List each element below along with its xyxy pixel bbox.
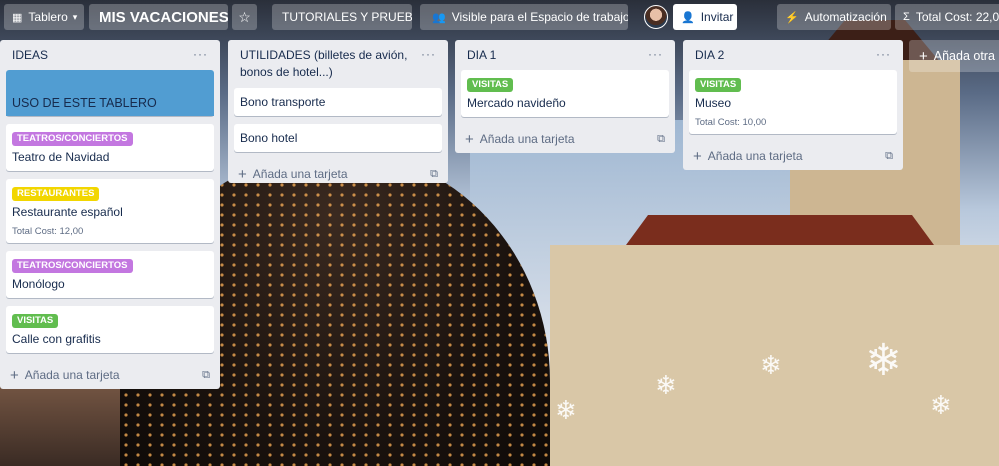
avatar[interactable] <box>644 5 668 29</box>
add-card-button[interactable]: + Añada una tarjeta ⧉ <box>234 160 442 188</box>
card-label: VISITAS <box>12 314 59 328</box>
add-list-button[interactable]: + Añada otra lista <box>909 40 999 72</box>
board-header: ▦ Tablero ▾ MIS VACACIONES ☆ TUTORIALES … <box>0 0 999 34</box>
visibility-button[interactable]: 👥 Visible para el Espacio de trabajo <box>420 4 628 30</box>
automation-label: Automatización <box>804 10 887 24</box>
card-title: Restaurante español <box>12 205 123 219</box>
card[interactable]: VISITAS Mercado navideño <box>461 70 669 117</box>
add-card-button[interactable]: + Añada una tarjeta ⧉ <box>461 125 669 153</box>
board-icon: ▦ <box>12 11 23 24</box>
card[interactable]: USO DE ESTE TABLERO <box>6 70 214 116</box>
add-card-label: Añada una tarjeta <box>252 167 348 181</box>
snowflake-icon: ❄ <box>930 390 952 420</box>
list-title: UTILIDADES (billetes de avión, bonos de … <box>240 48 408 79</box>
board-switcher-button[interactable]: ▦ Tablero ▾ <box>4 4 84 30</box>
snowflake-icon: ❄ <box>655 370 677 400</box>
card[interactable]: TEATROS/CONCIERTOS Teatro de Navidad <box>6 124 214 171</box>
snowflake-icon: ❄ <box>760 350 782 380</box>
card-title: Calle con grafitis <box>12 332 101 346</box>
plus-icon: + <box>10 366 19 384</box>
list-header[interactable]: DIA 2 ··· <box>689 40 897 70</box>
lightning-icon: ⚡ <box>785 11 799 24</box>
add-card-button[interactable]: + Añada una tarjeta ⧉ <box>689 142 897 170</box>
cost-badge: Total Cost: 10,00 <box>695 117 767 128</box>
more-icon[interactable]: ··· <box>421 47 436 61</box>
card-template-icon[interactable]: ⧉ <box>430 168 438 181</box>
card-title: Museo <box>695 96 732 110</box>
add-list-label: Añada otra lista <box>933 49 999 63</box>
invite-button[interactable]: 👤 Invitar <box>673 4 737 30</box>
visibility-label: Visible para el Espacio de trabajo <box>451 10 628 24</box>
card-cover: USO DE ESTE TABLERO <box>6 70 214 116</box>
card-title: Teatro de Navidad <box>12 150 110 164</box>
board-switcher-label: Tablero <box>28 10 68 24</box>
card[interactable]: VISITAS Calle con grafitis <box>6 306 214 353</box>
more-icon[interactable]: ··· <box>648 47 663 61</box>
add-card-label: Añada una tarjeta <box>479 132 575 146</box>
add-card-label: Añada una tarjeta <box>707 149 803 163</box>
card[interactable]: Bono transporte <box>234 88 442 116</box>
card-template-icon[interactable]: ⧉ <box>657 133 665 146</box>
people-icon: 👥 <box>432 11 446 24</box>
board-name[interactable]: MIS VACACIONES <box>89 4 228 30</box>
snowflake-icon: ❄ <box>555 395 577 425</box>
list-header[interactable]: DIA 1 ··· <box>461 40 669 70</box>
card[interactable]: Bono hotel <box>234 124 442 152</box>
card[interactable]: VISITAS Museo Total Cost: 10,00 <box>689 70 897 134</box>
list-ideas: IDEAS ··· USO DE ESTE TABLERO TEATROS/CO… <box>0 40 220 389</box>
invite-label: Invitar <box>700 10 734 24</box>
star-icon[interactable]: ☆ <box>232 4 257 30</box>
list-utilidades: UTILIDADES (billetes de avión, bonos de … <box>228 40 448 183</box>
more-icon[interactable]: ··· <box>876 47 891 61</box>
plus-icon: + <box>465 130 474 148</box>
workspace-button[interactable]: TUTORIALES Y PRUEBAS <box>272 4 412 30</box>
list-dia-2: DIA 2 ··· VISITAS Museo Total Cost: 10,0… <box>683 40 903 170</box>
list-header[interactable]: IDEAS ··· <box>6 40 214 70</box>
add-user-icon: 👤 <box>681 11 695 24</box>
card-label: RESTAURANTES <box>12 187 100 201</box>
card-label: VISITAS <box>467 78 514 92</box>
card-title: USO DE ESTE TABLERO <box>12 96 157 110</box>
list-header[interactable]: UTILIDADES (billetes de avión, bonos de … <box>234 40 442 88</box>
card[interactable]: RESTAURANTES Restaurante español Total C… <box>6 179 214 243</box>
snowflake-icon: ❄ <box>865 336 902 385</box>
automation-button[interactable]: ⚡ Automatización <box>777 4 891 30</box>
card-template-icon[interactable]: ⧉ <box>202 369 210 382</box>
sigma-icon: Σ <box>903 11 910 23</box>
card-title: Monólogo <box>12 277 65 291</box>
add-card-label: Añada una tarjeta <box>24 368 120 382</box>
card-title: Bono hotel <box>240 131 298 145</box>
chevron-down-icon: ▾ <box>72 11 78 22</box>
total-cost-button[interactable]: Σ Total Cost: 22,00 <box>895 4 999 30</box>
plus-icon: + <box>919 47 928 65</box>
card-title: Bono transporte <box>240 95 326 109</box>
card-title: Mercado navideño <box>467 96 566 110</box>
plus-icon: + <box>693 147 702 165</box>
cost-badge: Total Cost: 12,00 <box>12 226 84 237</box>
list-title: IDEAS <box>12 48 49 62</box>
list-dia-1: DIA 1 ··· VISITAS Mercado navideño + Aña… <box>455 40 675 153</box>
card[interactable]: TEATROS/CONCIERTOS Monólogo <box>6 251 214 298</box>
list-title: DIA 2 <box>695 48 725 62</box>
card-label: TEATROS/CONCIERTOS <box>12 132 133 146</box>
card-label: VISITAS <box>695 78 742 92</box>
plus-icon: + <box>238 165 247 183</box>
total-cost-label: Total Cost: 22,00 <box>915 10 999 24</box>
card-label: TEATROS/CONCIERTOS <box>12 259 133 273</box>
more-icon[interactable]: ··· <box>193 47 208 61</box>
card-template-icon[interactable]: ⧉ <box>885 150 893 163</box>
list-title: DIA 1 <box>467 48 497 62</box>
add-card-button[interactable]: + Añada una tarjeta ⧉ <box>6 361 214 389</box>
